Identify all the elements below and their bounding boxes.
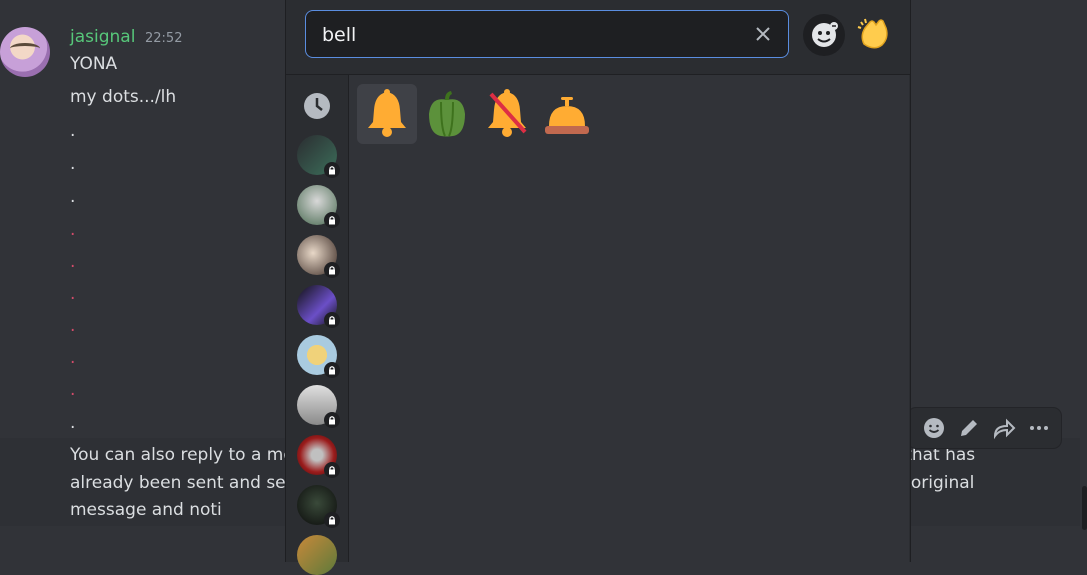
timestamp: 22:52 (145, 31, 183, 46)
bell-pepper-emoji[interactable] (417, 84, 477, 144)
message-dot: . (70, 121, 76, 141)
scrollbar[interactable] (1082, 486, 1087, 530)
service-bell-emoji[interactable] (537, 84, 597, 144)
message-dot: . (70, 220, 76, 240)
lock-icon (324, 212, 340, 228)
emoji-search-input[interactable] (320, 19, 744, 51)
server-icon[interactable] (297, 535, 337, 575)
avatar[interactable] (0, 27, 50, 77)
add-reaction-icon[interactable] (919, 413, 949, 443)
server-icon[interactable] (297, 435, 340, 478)
lock-icon (324, 412, 340, 428)
clapping-hands-emoji[interactable] (854, 14, 894, 54)
server-icon[interactable] (297, 235, 340, 278)
close-icon[interactable] (752, 23, 774, 45)
message-dot: . (70, 284, 76, 304)
lock-icon (324, 262, 340, 278)
server-icon[interactable] (297, 135, 340, 178)
emoji-results-grid (349, 75, 909, 562)
message-dot: . (70, 187, 76, 207)
message-dot: . (70, 413, 76, 433)
message-line: my dots.../lh (70, 87, 177, 107)
lock-icon (324, 462, 340, 478)
message-dot: . (70, 380, 76, 400)
more-icon[interactable] (1024, 413, 1054, 443)
bell-emoji[interactable] (357, 84, 417, 144)
lock-icon (324, 312, 340, 328)
server-icon[interactable] (297, 285, 340, 328)
edit-icon[interactable] (954, 413, 984, 443)
emoji-picker-header (286, 0, 910, 75)
recent-icon[interactable] (302, 91, 332, 121)
forward-icon[interactable] (989, 413, 1019, 443)
server-icon[interactable] (297, 335, 340, 378)
emoji-search-box[interactable] (305, 10, 789, 58)
server-icon[interactable] (297, 385, 340, 428)
message-dot: . (70, 348, 76, 368)
lock-icon (324, 362, 340, 378)
no-bell-emoji[interactable] (477, 84, 537, 144)
username[interactable]: jasignal (70, 27, 135, 47)
lock-icon (324, 512, 340, 528)
lock-icon (324, 162, 340, 178)
message-line: YONA (70, 54, 118, 74)
message-dot: . (70, 154, 76, 174)
message-dot: . (70, 316, 76, 336)
message-dot: . (70, 252, 76, 272)
emoji-category-rail (286, 75, 349, 575)
server-icon[interactable] (297, 185, 340, 228)
message-actions-toolbar (908, 408, 1061, 448)
skin-tone-face-icon[interactable] (803, 14, 845, 56)
emoji-picker (285, 0, 911, 575)
server-icon[interactable] (297, 485, 340, 528)
